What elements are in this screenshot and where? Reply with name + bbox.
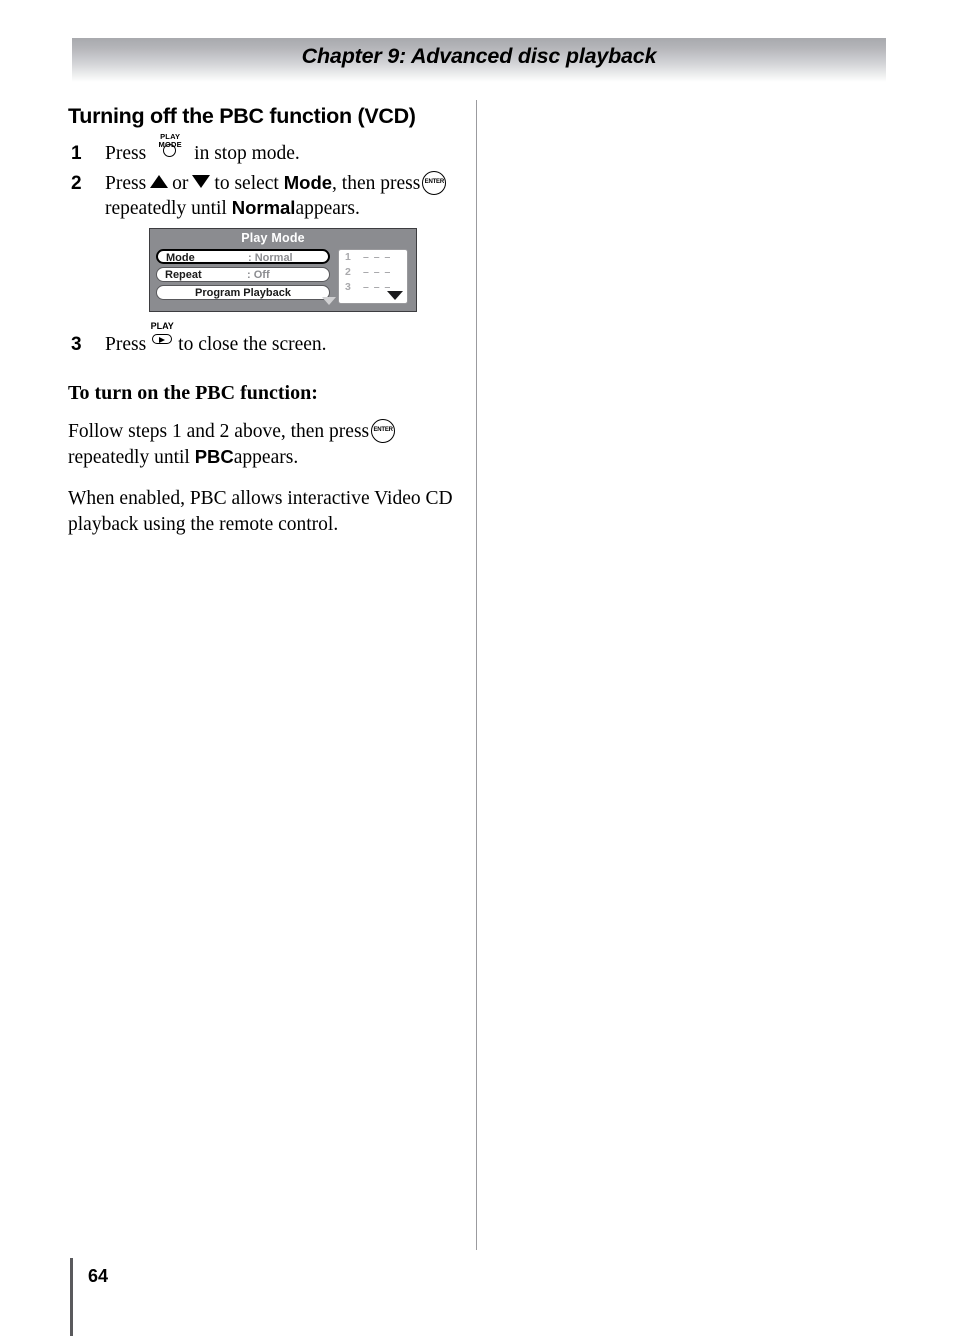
- step-3-number: 3: [71, 334, 82, 356]
- osd-program-item-index: 2: [345, 266, 351, 278]
- step-3: 3 Press PLAY to close the screen.: [68, 322, 460, 358]
- osd-program-playback-button[interactable]: Program Playback: [156, 285, 330, 300]
- play-mode-icon-ring: [163, 144, 177, 157]
- step-2-text-mid: to select: [214, 172, 279, 194]
- step-1: 1 Press PLAY MODE in stop mode.: [68, 133, 460, 167]
- osd-program-item-value: – – –: [363, 251, 392, 263]
- osd-row-repeat[interactable]: Repeat : Off: [156, 267, 330, 282]
- enter-icon-caption-2: ENTER: [373, 426, 393, 433]
- osd-row-repeat-value: : Off: [247, 269, 270, 281]
- osd-program-item-index: 3: [345, 281, 351, 293]
- turn-on-p1-bold-pbc: PBC: [194, 445, 234, 467]
- down-arrow-icon: [192, 174, 211, 188]
- enter-icon-caption: ENTER: [424, 178, 445, 185]
- step-1-text-after: in stop mode.: [194, 143, 300, 164]
- turn-on-p1-end: appears.: [233, 446, 299, 468]
- osd-program-item: 2 – – –: [339, 265, 407, 280]
- step-3-text-after: to close the screen.: [178, 334, 327, 356]
- step-2-conjunction: or: [172, 172, 189, 194]
- osd-program-scroll-down-arrow-icon[interactable]: [387, 291, 403, 300]
- osd-program-item-index: 1: [345, 251, 351, 263]
- osd-program-list-panel: 1 – – – 2 – – – 3 – – –: [338, 249, 408, 304]
- turn-on-paragraph-2: When enabled, PBC allows interactive Vid…: [68, 488, 453, 536]
- turn-on-p1-before: Follow steps 1 and 2 above, then press: [68, 420, 370, 442]
- step-2-text-mid2: , then press: [332, 172, 421, 194]
- play-icon-caption: PLAY: [150, 321, 174, 332]
- step-1-text-before: Press: [105, 143, 147, 164]
- turn-on-paragraph-1: Follow steps 1 and 2 above, then press EN…: [68, 418, 460, 470]
- step-2: 2 Press or to select Mode, then press ENTER r…: [68, 170, 460, 222]
- osd-row-mode[interactable]: Mode : Normal: [156, 249, 330, 264]
- up-arrow-icon: [150, 174, 169, 188]
- turn-on-subheading: To turn on the PBC function:: [68, 381, 318, 404]
- osd-program-playback-label: Program Playback: [195, 287, 291, 299]
- step-2-target-normal: Normal: [231, 197, 296, 219]
- column-divider-rule: [476, 100, 477, 1250]
- main-text-column: Turning off the PBC function (VCD) 1 Pres…: [68, 104, 460, 554]
- step-2-number: 2: [71, 172, 82, 194]
- osd-row-mode-label: Mode: [166, 252, 195, 264]
- step-3-text-before: Press: [105, 334, 147, 356]
- page-number: 64: [88, 1266, 109, 1286]
- play-button-icon: PLAY: [148, 322, 176, 354]
- page-title: Turning off the PBC function (VCD): [68, 104, 416, 128]
- step-2-target-mode: Mode: [283, 171, 333, 193]
- osd-scroll-down-arrow-icon[interactable]: [322, 297, 336, 305]
- play-mode-button-icon: PLAY MODE: [148, 133, 192, 162]
- osd-program-item-value: – – –: [363, 266, 392, 278]
- osd-row-mode-value: : Normal: [248, 252, 293, 264]
- folio-rule: [70, 1258, 73, 1336]
- play-mode-osd-dialog: Play Mode Mode : Normal Repeat : Off Pro…: [149, 228, 417, 312]
- play-icon-triangle: [159, 336, 166, 343]
- chapter-header-bar: Chapter 9: Advanced disc playback: [72, 38, 886, 82]
- turn-on-p1-after: repeatedly until: [68, 446, 190, 468]
- osd-title: Play Mode: [241, 231, 305, 245]
- step-2-text-after: repeatedly until: [105, 198, 227, 220]
- osd-program-item: 1 – – –: [339, 250, 407, 265]
- enter-button-icon: ENTER: [422, 170, 447, 195]
- osd-row-repeat-label: Repeat: [165, 269, 202, 281]
- step-1-number: 1: [71, 143, 82, 164]
- step-2-text-before: Press: [105, 172, 147, 194]
- step-2-text-end: appears.: [295, 198, 360, 220]
- chapter-title: Chapter 9: Advanced disc playback: [301, 44, 657, 68]
- enter-button-icon-2: ENTER: [371, 418, 396, 443]
- osd-row-group: Mode : Normal Repeat : Off Program Playb…: [156, 249, 330, 303]
